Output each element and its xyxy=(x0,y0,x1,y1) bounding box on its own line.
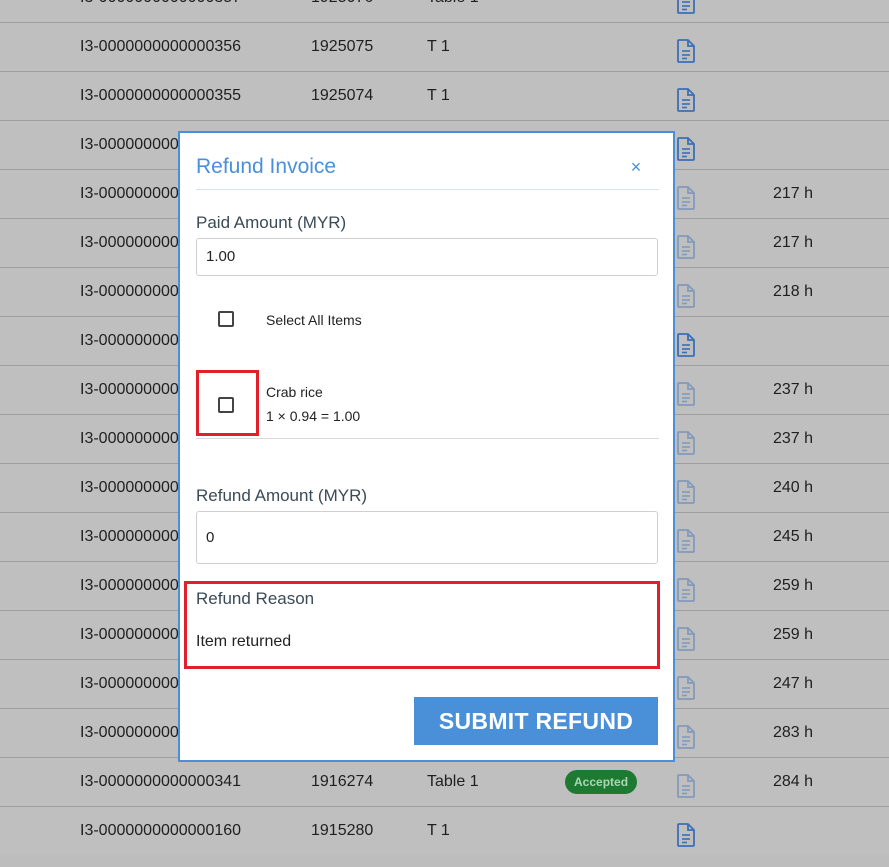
refund-amount-field[interactable]: 0 xyxy=(196,511,658,564)
modal-title: Refund Invoice xyxy=(196,155,337,178)
select-all-label: Select All Items xyxy=(266,312,362,328)
refund-reason-value[interactable]: Item returned xyxy=(196,633,291,651)
submit-refund-button[interactable]: SUBMIT REFUND xyxy=(414,697,658,745)
close-icon[interactable]: × xyxy=(626,157,646,177)
select-all-checkbox[interactable] xyxy=(218,311,234,327)
paid-amount-label: Paid Amount (MYR) xyxy=(196,213,347,232)
item-checkbox[interactable] xyxy=(218,397,234,413)
refund-invoice-modal: Refund Invoice × Paid Amount (MYR) 1.00 … xyxy=(178,131,675,762)
title-divider xyxy=(196,189,659,190)
refund-amount-label: Refund Amount (MYR) xyxy=(196,486,368,505)
item-name: Crab rice xyxy=(266,384,323,400)
item-calculation: 1 × 0.94 = 1.00 xyxy=(266,408,361,424)
modal-overlay: Refund Invoice × Paid Amount (MYR) 1.00 … xyxy=(0,0,889,850)
paid-amount-field[interactable]: 1.00 xyxy=(196,238,658,276)
item-divider xyxy=(196,438,659,439)
refund-reason-label: Refund Reason xyxy=(196,589,315,608)
